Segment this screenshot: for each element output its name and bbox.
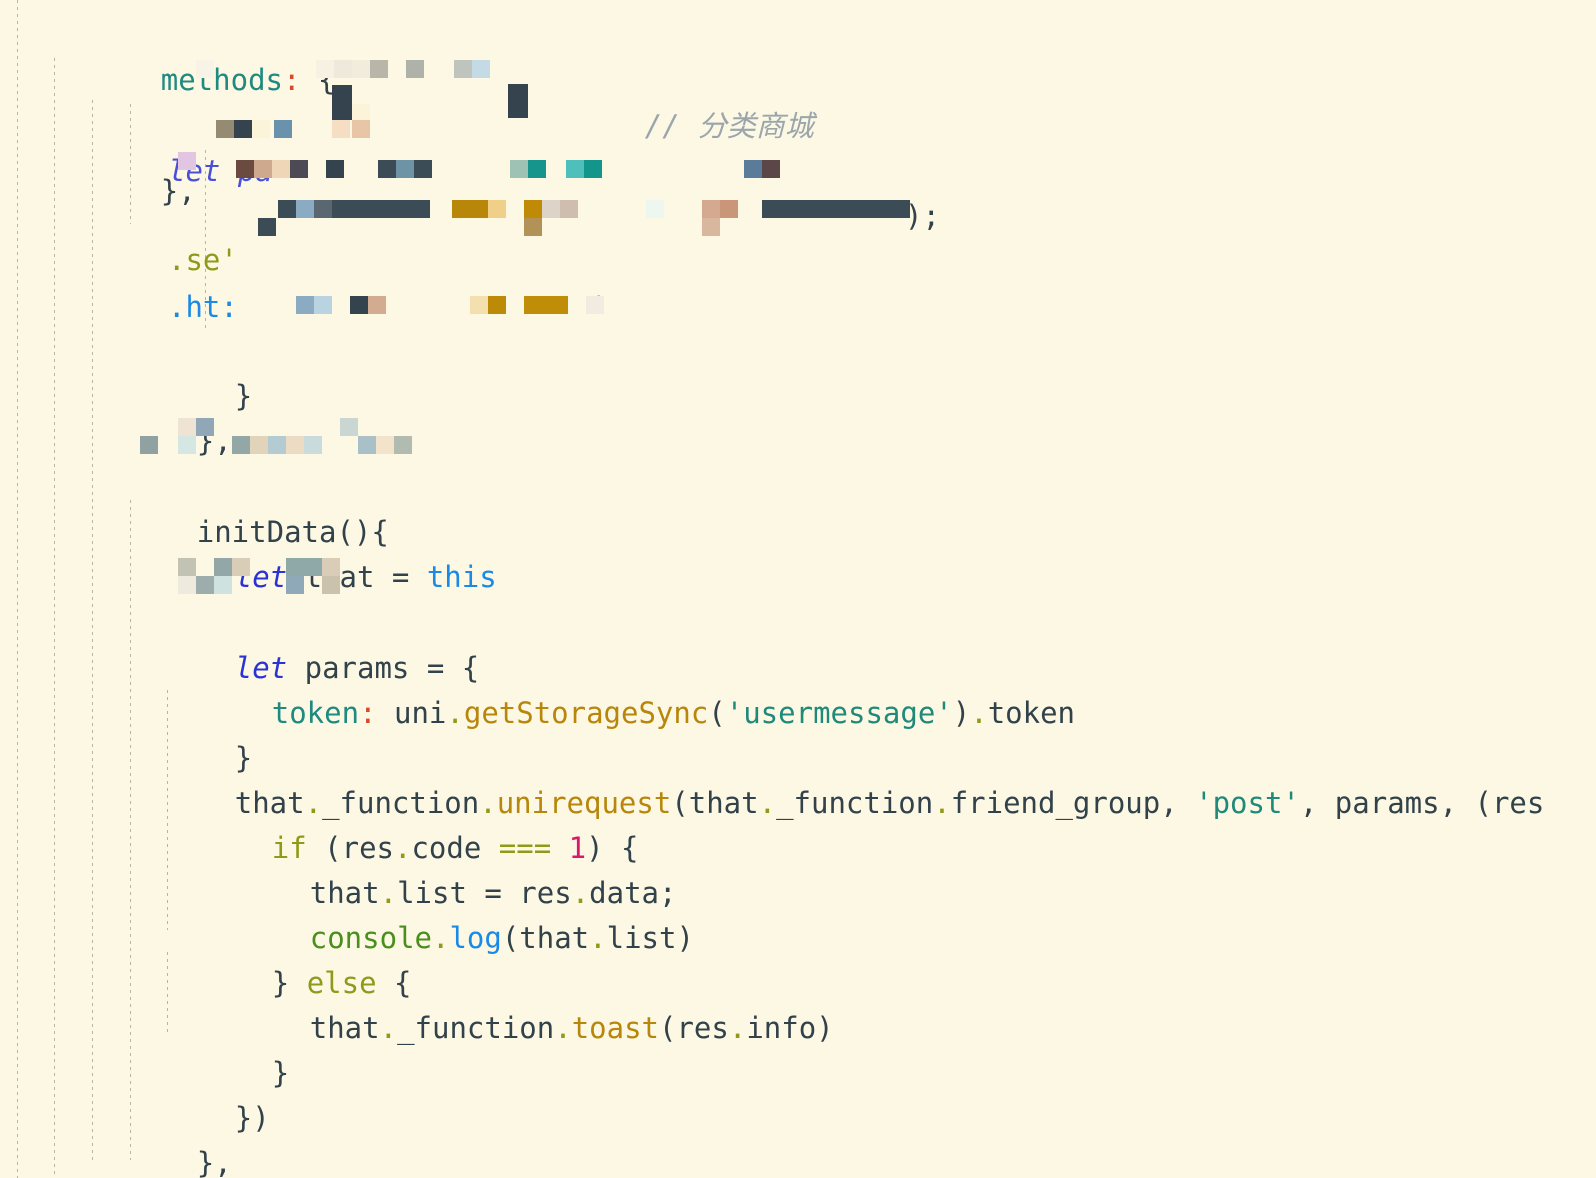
mosaic-block (702, 200, 720, 218)
redaction-mosaic-overlay (0, 0, 1596, 1178)
mosaic-block (406, 60, 424, 78)
mosaic-block (508, 84, 528, 118)
mosaic-block (290, 160, 308, 178)
mosaic-block (178, 558, 196, 576)
mosaic-block (396, 160, 414, 178)
mosaic-block (286, 558, 322, 576)
code-editor-viewport: }, methods: { //分类商城 } }, initData(){ le… (0, 0, 1596, 1178)
mosaic-block (702, 218, 720, 236)
mosaic-block (236, 160, 254, 178)
mosaic-block (560, 200, 578, 218)
mosaic-block (214, 576, 232, 594)
mosaic-block (196, 418, 214, 436)
mosaic-block (378, 160, 396, 178)
mosaic-block (488, 200, 506, 218)
mosaic-block (472, 60, 490, 78)
mosaic-block (278, 200, 296, 218)
mosaic-block (720, 200, 738, 218)
mosaic-block (352, 60, 370, 78)
mosaic-block (268, 436, 286, 454)
mosaic-block (326, 160, 344, 178)
mosaic-block (178, 152, 196, 170)
mosaic-block (296, 200, 314, 218)
mosaic-block (232, 558, 250, 576)
mosaic-block (584, 160, 602, 178)
mosaic-block (586, 296, 604, 314)
mosaic-block (140, 436, 158, 454)
mosaic-block (286, 576, 304, 594)
mosaic-block (414, 160, 432, 178)
mosaic-block (296, 296, 314, 314)
mosaic-block (178, 436, 196, 454)
mosaic-block (254, 160, 272, 178)
mosaic-block (470, 296, 488, 314)
mosaic-block (178, 576, 196, 594)
mosaic-block (314, 296, 332, 314)
mosaic-block (358, 436, 376, 454)
mosaic-block (272, 160, 290, 178)
mosaic-block (452, 200, 488, 218)
mosaic-block (524, 218, 542, 236)
mosaic-block (314, 200, 332, 218)
mosaic-block (252, 120, 270, 138)
mosaic-block (214, 558, 232, 576)
mosaic-block (316, 60, 334, 78)
mosaic-block (304, 436, 322, 454)
mosaic-block (332, 85, 352, 120)
mosaic-block (762, 200, 910, 218)
mosaic-block (524, 200, 542, 218)
mosaic-block (332, 200, 430, 218)
mosaic-block (646, 200, 664, 218)
mosaic-block (232, 436, 250, 454)
mosaic-block (744, 160, 762, 178)
mosaic-block (196, 60, 214, 78)
mosaic-block (216, 120, 234, 138)
mosaic-block (394, 436, 412, 454)
mosaic-block (528, 160, 546, 178)
mosaic-block (340, 418, 358, 436)
mosaic-block (488, 296, 506, 314)
mosaic-block (178, 418, 196, 436)
mosaic-block (510, 160, 528, 178)
mosaic-block (286, 436, 304, 454)
mosaic-block (762, 160, 780, 178)
mosaic-block (258, 218, 276, 236)
mosaic-block (454, 60, 472, 78)
mosaic-block (196, 576, 214, 594)
mosaic-block (376, 436, 394, 454)
mosaic-block (334, 60, 352, 78)
mosaic-block (234, 120, 252, 138)
mosaic-block (332, 120, 350, 138)
mosaic-block (524, 296, 568, 314)
mosaic-block (370, 60, 388, 78)
mosaic-block (566, 160, 584, 178)
mosaic-block (368, 296, 386, 314)
mosaic-block (322, 558, 340, 576)
mosaic-block (274, 120, 292, 138)
mosaic-block (322, 576, 340, 594)
mosaic-block (250, 436, 268, 454)
mosaic-block (352, 120, 370, 138)
mosaic-block (542, 200, 560, 218)
mosaic-block (350, 296, 368, 314)
